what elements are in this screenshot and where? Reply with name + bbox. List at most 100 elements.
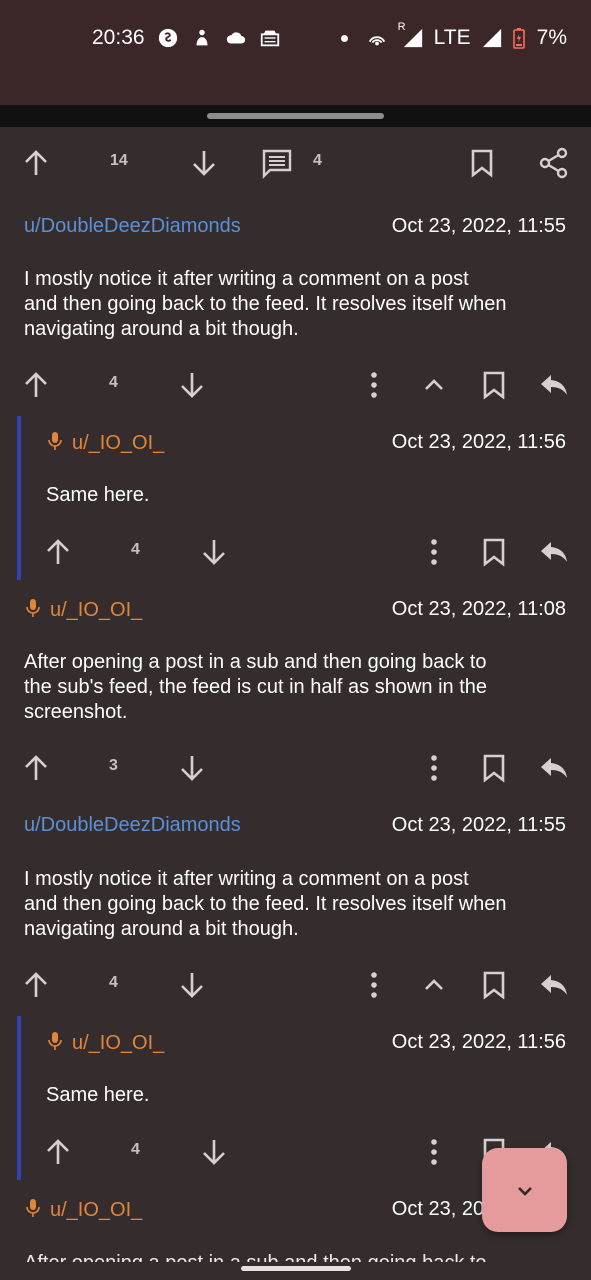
reply-icon[interactable] (538, 752, 570, 784)
comment-header: u/_IO_OI_ Oct 23, 2022, 11:56 (0, 1027, 591, 1059)
scroll-down-button[interactable] (482, 1148, 567, 1232)
comment-header: u/_IO_OI_ Oct 23, 2022, 11:08 (0, 594, 591, 626)
upvote-icon[interactable] (42, 1136, 74, 1168)
downvote-icon[interactable] (176, 369, 208, 401)
mic-icon (48, 431, 62, 451)
comment-line: navigating around a bit though. (24, 918, 299, 940)
comment-line: screenshot. (24, 701, 128, 723)
comment-body: Same here. (46, 1084, 150, 1106)
collapse-icon[interactable] (418, 969, 450, 1001)
bookmark-icon[interactable] (466, 147, 498, 179)
battery-icon (512, 27, 527, 49)
bookmark-icon[interactable] (478, 969, 510, 1001)
reply-icon[interactable] (538, 536, 570, 568)
nfc-icon (366, 27, 388, 49)
comment-body-clipped: After opening a post in a sub and then g… (24, 1248, 564, 1262)
comment-vote-count: 4 (131, 541, 140, 558)
comment-author[interactable]: u/DoubleDeezDiamonds (24, 215, 241, 238)
comment-date: Oct 23, 2022, 11:08 (391, 598, 566, 620)
hotspot-icon (259, 27, 281, 49)
comment-body: I mostly notice it after writing a comme… (24, 267, 507, 342)
mic-icon (26, 1198, 40, 1218)
shazam-icon (157, 27, 179, 49)
chevron-down-icon (518, 1187, 532, 1196)
status-right: R LTE 7% (340, 21, 567, 50)
comment-line: and then going back to the feed. It reso… (24, 893, 507, 915)
cloud-icon (225, 27, 247, 49)
comment-body: After opening a post in a sub and then g… (24, 650, 487, 725)
comment-vote-count: 4 (109, 374, 118, 391)
battery-level: 7% (536, 26, 567, 49)
downvote-icon[interactable] (198, 1136, 230, 1168)
notification-dot-icon (340, 34, 348, 42)
reply-icon[interactable] (538, 969, 570, 1001)
network-type: LTE (433, 26, 471, 49)
downvote-icon[interactable] (188, 147, 220, 179)
signal-icon: R (398, 21, 424, 49)
bookmark-icon[interactable] (478, 752, 510, 784)
comment-author-name: u/_IO_OI_ (50, 1199, 143, 1221)
comment-action-row: 4 (0, 528, 591, 576)
post-vote-count: 14 (110, 152, 128, 169)
collapse-icon[interactable] (418, 369, 450, 401)
comment-date: Oct 23, 2022, 11:55 (391, 814, 566, 836)
comment-line: the sub's feed, the feed is cut in half … (24, 676, 487, 698)
upvote-icon[interactable] (20, 969, 52, 1001)
more-vert-icon[interactable] (358, 369, 390, 401)
comment-author[interactable]: u/_IO_OI_ (48, 431, 164, 455)
comment-action-row: 3 (0, 744, 591, 792)
comment-author[interactable]: u/_IO_OI_ (26, 1198, 142, 1222)
reply-icon[interactable] (538, 369, 570, 401)
comment-vote-count: 4 (109, 974, 118, 991)
downvote-icon[interactable] (176, 752, 208, 784)
comment-author[interactable]: u/DoubleDeezDiamonds (24, 814, 241, 837)
more-vert-icon[interactable] (418, 536, 450, 568)
upvote-icon[interactable] (20, 752, 52, 784)
comment-action-row: 4 (0, 361, 591, 409)
comment-header: u/_IO_OI_ Oct 23, 2022, 11:56 (0, 427, 591, 459)
share-icon[interactable] (538, 147, 570, 179)
comment-header: u/DoubleDeezDiamonds Oct 23, 2022, 11:55 (0, 810, 591, 842)
comment-body: I mostly notice it after writing a comme… (24, 867, 507, 942)
upvote-icon[interactable] (20, 369, 52, 401)
comment-icon[interactable] (261, 147, 293, 179)
status-bar: 20:36 R LTE 7% (0, 0, 591, 105)
comment-author-name: u/_IO_OI_ (72, 432, 165, 454)
comment-author-name: u/_IO_OI_ (72, 1032, 165, 1054)
comment-line: navigating around a bit though. (24, 318, 299, 340)
status-time: 20:36 (92, 26, 145, 49)
comment-line: After opening a post in a sub and then g… (24, 651, 487, 673)
upvote-icon[interactable] (20, 147, 52, 179)
mic-icon (26, 598, 40, 618)
mic-icon (48, 1031, 62, 1051)
comment-date: Oct 23, 2022, 11:55 (391, 215, 566, 237)
comment-vote-count: 4 (131, 1141, 140, 1158)
status-left: 20:36 (92, 26, 281, 50)
more-vert-icon[interactable] (418, 752, 450, 784)
more-vert-icon[interactable] (418, 1136, 450, 1168)
upvote-icon[interactable] (42, 536, 74, 568)
comment-header: u/DoubleDeezDiamonds Oct 23, 2022, 11:55 (0, 211, 591, 243)
comment-date: Oct 23, 2022, 11:56 (391, 431, 566, 453)
comment-date: Oct 23, 2022, 11:56 (391, 1031, 566, 1053)
app-notification-icon (191, 27, 213, 49)
comment-line: I mostly notice it after writing a comme… (24, 268, 469, 290)
post-comment-count: 4 (313, 152, 322, 169)
drag-handle[interactable] (207, 113, 384, 119)
comment-line: I mostly notice it after writing a comme… (24, 868, 469, 890)
downvote-icon[interactable] (198, 536, 230, 568)
signal-2-icon (481, 27, 503, 49)
bookmark-icon[interactable] (478, 369, 510, 401)
gesture-nav-bar[interactable] (241, 1266, 351, 1271)
bookmark-icon[interactable] (478, 536, 510, 568)
post-action-row: 14 4 (0, 139, 591, 187)
comment-body: Same here. (46, 484, 150, 506)
comment-vote-count: 3 (109, 757, 118, 774)
downvote-icon[interactable] (176, 969, 208, 1001)
comment-action-row: 4 (0, 961, 591, 1009)
comment-author[interactable]: u/_IO_OI_ (26, 598, 142, 622)
comment-author[interactable]: u/_IO_OI_ (48, 1031, 164, 1055)
more-vert-icon[interactable] (358, 969, 390, 1001)
comment-line: and then going back to the feed. It reso… (24, 293, 507, 315)
comment-author-name: u/_IO_OI_ (50, 599, 143, 621)
